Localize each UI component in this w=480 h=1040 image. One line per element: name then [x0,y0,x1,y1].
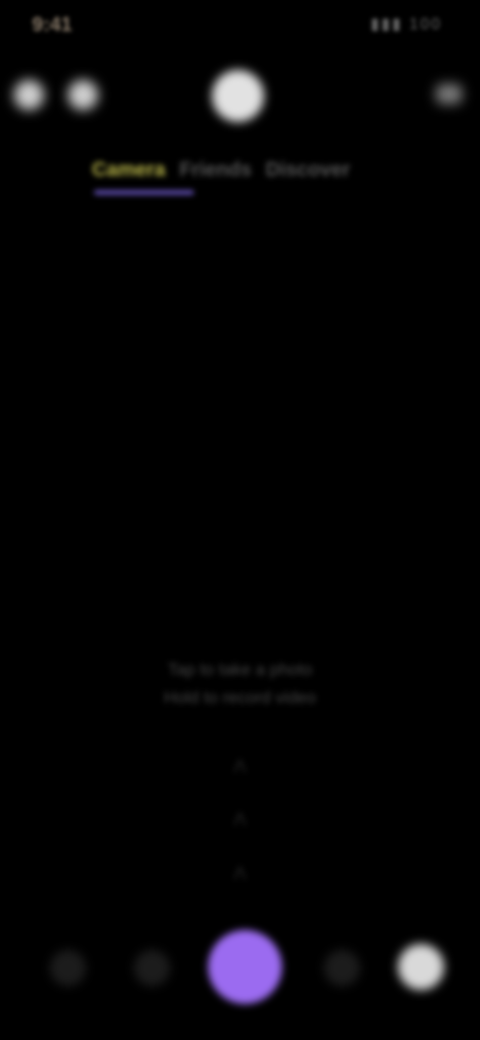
flip-camera-icon[interactable] [324,950,360,986]
mode-tab-discover[interactable]: Discover [266,159,351,182]
capture-hint: Tap to take a photo Hold to record video [120,656,360,712]
mode-switcher: Camera Friends Discover [92,152,392,188]
mode-tab-camera[interactable]: Camera [92,159,165,182]
status-indicators: ▮▮▮ 100 [370,16,442,33]
swipe-chevron-icon: ˄ [232,804,248,835]
swipe-up-indicator: ˄ ˄ ˄ [214,740,266,900]
status-time: 9:41 [32,14,73,36]
capture-button[interactable] [208,930,282,1004]
settings-icon[interactable] [14,80,44,110]
swipe-chevron-icon: ˄ [232,857,248,888]
active-mode-indicator [94,190,194,195]
capture-hint-line1: Tap to take a photo [167,660,313,679]
filter-icon[interactable] [68,80,98,110]
top-avatar[interactable] [212,70,264,122]
capture-hint-line2: Hold to record video [163,688,317,707]
profile-avatar[interactable] [398,944,444,990]
flash-icon[interactable] [134,950,170,986]
more-icon[interactable] [436,84,462,104]
mode-tab-friends[interactable]: Friends [179,159,251,182]
gallery-icon[interactable] [50,950,86,986]
swipe-chevron-icon: ˄ [232,751,248,782]
